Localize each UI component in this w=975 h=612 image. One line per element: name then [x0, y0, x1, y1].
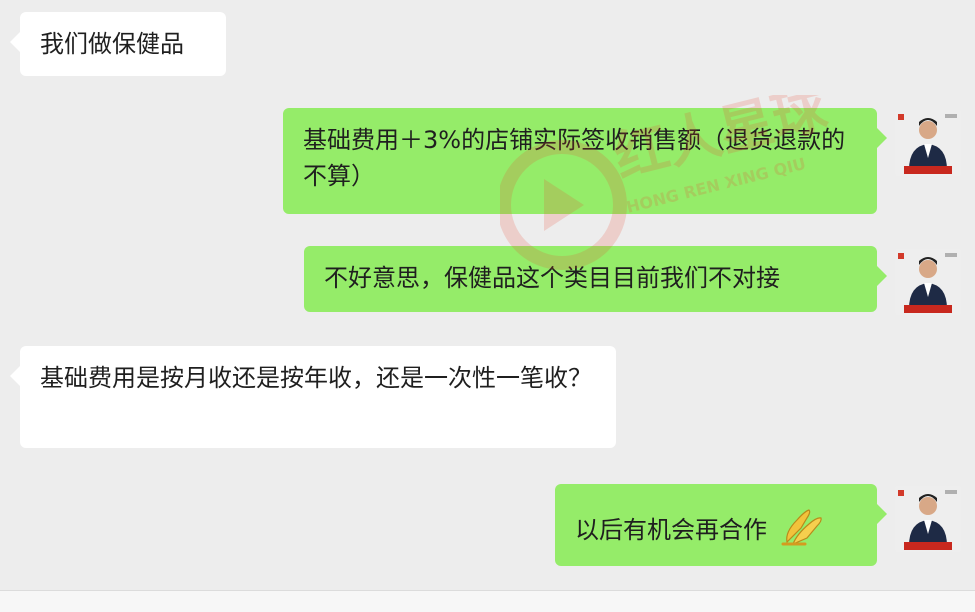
- message-text: 我们做保健品: [40, 30, 184, 58]
- message-text: 基础费用是按月收还是按年收，还是一次性一笔收？: [40, 364, 592, 392]
- message-text: 基础费用＋3%的店铺实际签收销售额（退货退款的不算）: [303, 126, 846, 190]
- outgoing-message-bubble[interactable]: 基础费用＋3%的店铺实际签收销售额（退货退款的不算）: [283, 108, 887, 214]
- chat-area: 我们做保健品 基础费用＋3%的店铺实际签收销售额（退货退款的不算） 不好意思，保…: [0, 0, 975, 590]
- message-text: 不好意思，保健品这个类目目前我们不对接: [324, 264, 780, 292]
- input-bar-edge: [0, 590, 975, 612]
- message-text: 以后有机会再合作: [575, 516, 767, 544]
- incoming-message-bubble[interactable]: 基础费用是按月收还是按年收，还是一次性一笔收？: [10, 346, 616, 448]
- outgoing-message-bubble[interactable]: 不好意思，保健品这个类目目前我们不对接: [304, 246, 887, 312]
- person-portrait-icon: [895, 249, 961, 315]
- avatar[interactable]: [895, 486, 961, 552]
- avatar[interactable]: [895, 110, 961, 176]
- incoming-message-bubble[interactable]: 我们做保健品: [10, 12, 226, 76]
- person-portrait-icon: [895, 110, 961, 176]
- outgoing-message-bubble[interactable]: 以后有机会再合作: [555, 484, 887, 566]
- avatar[interactable]: [895, 249, 961, 315]
- pray-emoji-icon: [779, 506, 825, 556]
- person-portrait-icon: [895, 486, 961, 552]
